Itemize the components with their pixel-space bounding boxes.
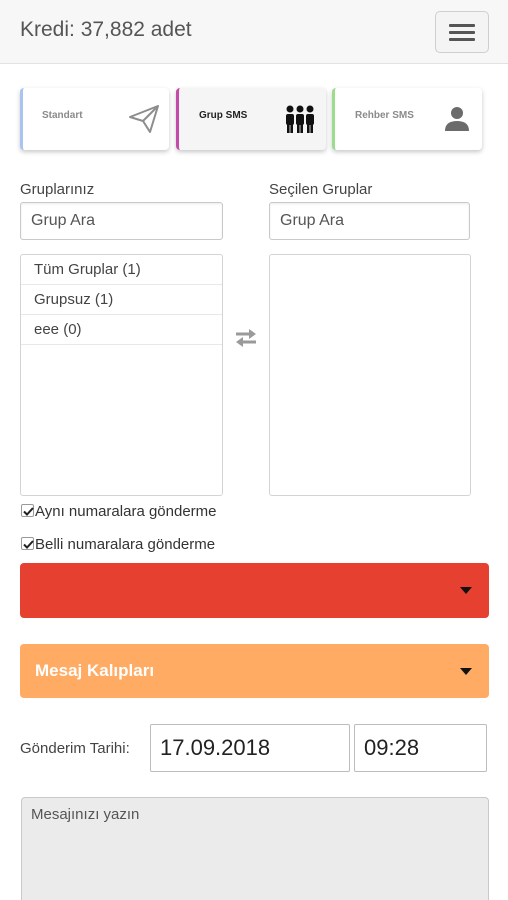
credit-count: Kredi: 37,882 adet: [20, 18, 192, 41]
top-bar: Kredi: 37,882 adet: [0, 0, 508, 64]
list-item[interactable]: Grupsuz (1): [21, 285, 222, 315]
selected-group-search-input[interactable]: [269, 202, 470, 240]
same-numbers-option[interactable]: Aynı numaralara gönderme: [21, 503, 251, 521]
swap-arrows-icon[interactable]: [233, 327, 259, 354]
list-item[interactable]: Tüm Gruplar (1): [21, 255, 222, 285]
certain-numbers-option[interactable]: Belli numaralara gönderme: [21, 536, 251, 554]
hamburger-line: [449, 24, 475, 27]
certain-numbers-label: Belli numaralara gönderme: [35, 536, 216, 553]
hamburger-line: [449, 31, 475, 34]
caret-down-icon: [460, 668, 472, 675]
tab-rehber-sms-label: Rehber SMS: [355, 110, 414, 121]
tab-standart[interactable]: Standart: [20, 88, 169, 150]
tab-grup-sms-label: Grup SMS: [199, 110, 248, 121]
caret-down-icon: [460, 587, 472, 594]
group-list[interactable]: Tüm Gruplar (1) Grupsuz (1) eee (0): [20, 254, 223, 496]
send-time-input[interactable]: 09:28: [354, 724, 487, 772]
group-search-input[interactable]: [20, 202, 223, 240]
hamburger-menu-button[interactable]: [435, 11, 489, 53]
tab-standart-label: Standart: [42, 110, 83, 121]
paper-plane-icon: [128, 104, 160, 139]
groups-label: Gruplarınız: [20, 181, 95, 198]
send-date-label: Gönderim Tarihi:: [20, 740, 130, 757]
message-templates-dropdown[interactable]: Mesaj Kalıpları: [20, 644, 489, 698]
tab-grup-sms[interactable]: Grup SMS: [176, 88, 326, 150]
message-placeholder: Mesajınızı yazın: [31, 806, 140, 823]
message-textarea[interactable]: Mesajınızı yazın: [21, 797, 489, 900]
selected-groups-label: Seçilen Gruplar: [269, 181, 373, 198]
person-icon: [443, 105, 471, 138]
list-item[interactable]: eee (0): [21, 315, 222, 345]
certain-numbers-checkbox[interactable]: [21, 537, 34, 550]
hamburger-line: [449, 38, 475, 41]
message-templates-label: Mesaj Kalıpları: [35, 661, 155, 680]
send-date-input[interactable]: 17.09.2018: [150, 724, 350, 772]
selected-group-list[interactable]: [269, 254, 471, 496]
group-people-icon: [283, 104, 317, 139]
same-numbers-label: Aynı numaralara gönderme: [35, 503, 217, 520]
tab-rehber-sms[interactable]: Rehber SMS: [332, 88, 482, 150]
red-dropdown[interactable]: [20, 563, 489, 618]
same-numbers-checkbox[interactable]: [21, 504, 34, 517]
